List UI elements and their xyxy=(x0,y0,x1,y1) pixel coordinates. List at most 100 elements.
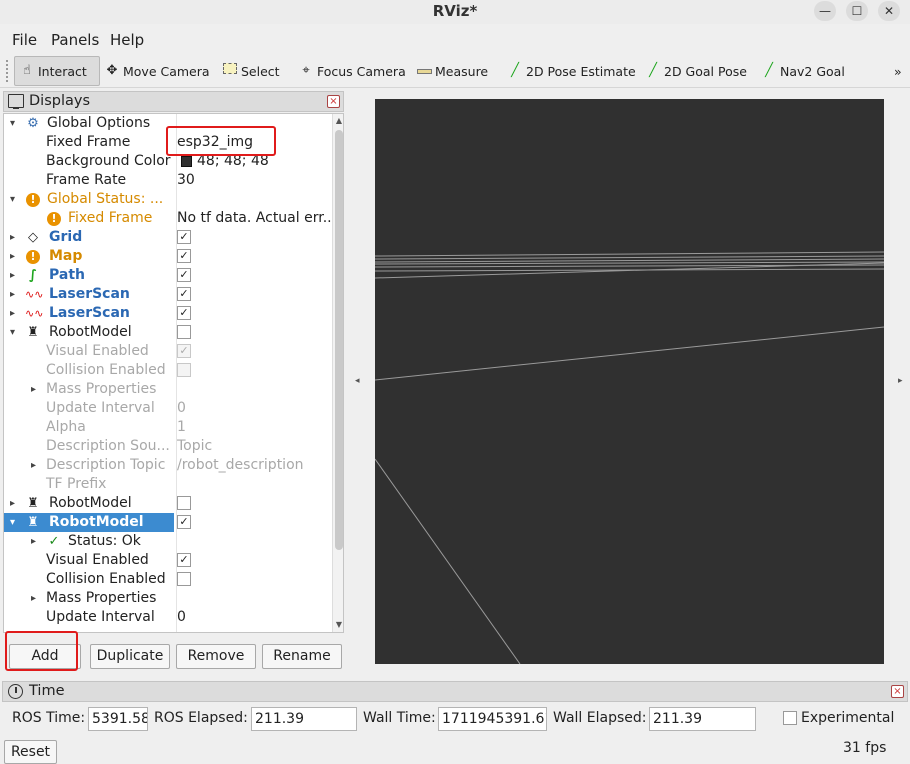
enabled-checkbox[interactable]: ✓ xyxy=(177,287,191,301)
measure-tool[interactable]: Measure xyxy=(412,56,492,86)
tree-scrollbar[interactable]: ▲ ▼ xyxy=(332,114,343,632)
interact-tool[interactable]: ☝ Interact xyxy=(14,56,100,86)
expanded-arrow-icon[interactable]: ▾ xyxy=(10,513,22,532)
collapse-left-icon[interactable]: ◂ xyxy=(355,376,360,386)
tree-row-laserscan[interactable]: ▸ ∿∿ LaserScan ✓ xyxy=(4,285,330,304)
minimize-icon[interactable]: — xyxy=(814,1,836,21)
nav2-goal-tool[interactable]: ╱ Nav2 Goal xyxy=(757,56,849,86)
scroll-down-icon[interactable]: ▼ xyxy=(333,618,343,632)
tree-row-grid[interactable]: ▸ ◇ Grid ✓ xyxy=(4,228,330,247)
menu-panels[interactable]: Panels xyxy=(51,31,99,49)
tree-row-description-source[interactable]: Description Sou... Topic xyxy=(4,437,330,456)
remove-button[interactable]: Remove xyxy=(176,644,256,669)
close-panel-icon[interactable]: × xyxy=(327,95,340,108)
displays-panel-header: Displays × xyxy=(3,91,344,112)
tree-row-status-ok[interactable]: ▸ ✓ Status: Ok xyxy=(4,532,330,551)
description-topic-value[interactable]: /robot_description xyxy=(177,456,332,475)
collision-enabled-checkbox[interactable] xyxy=(177,363,191,377)
enabled-checkbox[interactable]: ✓ xyxy=(177,515,191,529)
tree-row-tf-prefix[interactable]: TF Prefix xyxy=(4,475,330,494)
scrollbar-thumb[interactable] xyxy=(335,130,343,550)
tree-row-description-topic[interactable]: ▸ Description Topic /robot_description xyxy=(4,456,330,475)
toolbar-grip-icon[interactable] xyxy=(6,60,10,82)
tree-row-fixed-frame-status[interactable]: ! Fixed Frame No tf data. Actual err... xyxy=(4,209,332,228)
tree-row-alpha[interactable]: Alpha 1 xyxy=(4,418,330,437)
tree-row-map[interactable]: ▸ ! Map ✓ xyxy=(4,247,330,266)
select-tool[interactable]: Select xyxy=(218,56,284,86)
enabled-checkbox[interactable]: ✓ xyxy=(177,249,191,263)
collapsed-arrow-icon[interactable]: ▸ xyxy=(31,589,43,608)
tree-row-collision-enabled[interactable]: Collision Enabled xyxy=(4,570,330,589)
collapsed-arrow-icon[interactable]: ▸ xyxy=(10,247,22,266)
row-label: RobotModel xyxy=(49,495,132,511)
expanded-arrow-icon[interactable]: ▾ xyxy=(10,114,22,133)
ros-elapsed-field[interactable]: 211.39 xyxy=(251,707,357,731)
color-swatch-icon xyxy=(181,156,192,167)
visual-enabled-checkbox[interactable]: ✓ xyxy=(177,553,191,567)
tree-row-path[interactable]: ▸ ∫ Path ✓ xyxy=(4,266,330,285)
tree-row-mass-properties[interactable]: ▸ Mass Properties xyxy=(4,380,330,399)
tree-row-update-interval[interactable]: Update Interval 0 xyxy=(4,399,330,418)
menu-help[interactable]: Help xyxy=(110,31,144,49)
reset-button[interactable]: Reset xyxy=(4,740,57,764)
collapsed-arrow-icon[interactable]: ▸ xyxy=(31,532,43,551)
status-message: No tf data. Actual err... xyxy=(177,210,332,226)
select-label: Select xyxy=(241,63,280,79)
expanded-arrow-icon[interactable]: ▾ xyxy=(10,323,22,342)
gear-icon: ⚙ xyxy=(27,116,39,131)
tree-row-frame-rate[interactable]: Frame Rate 30 xyxy=(4,171,330,190)
close-icon[interactable]: ✕ xyxy=(878,1,900,21)
experimental-checkbox[interactable] xyxy=(783,711,797,725)
update-interval-value[interactable]: 0 xyxy=(177,399,332,418)
goal-pose-tool[interactable]: ╱ 2D Goal Pose xyxy=(641,56,751,86)
collapsed-arrow-icon[interactable]: ▸ xyxy=(31,380,43,399)
enabled-checkbox[interactable] xyxy=(177,325,191,339)
tree-row-visual-enabled[interactable]: Visual Enabled ✓ xyxy=(4,342,330,361)
collapsed-arrow-icon[interactable]: ▸ xyxy=(31,456,43,475)
collision-enabled-checkbox[interactable] xyxy=(177,572,191,586)
move-camera-tool[interactable]: ✥ Move Camera xyxy=(100,56,214,86)
tree-row-mass-properties[interactable]: ▸ Mass Properties xyxy=(4,589,330,608)
tree-row-robotmodel[interactable]: ▾ ♜ RobotModel xyxy=(4,323,330,342)
tree-row-global-status[interactable]: ▾ ! Global Status: ... xyxy=(4,190,330,209)
collapsed-arrow-icon[interactable]: ▸ xyxy=(10,228,22,247)
ros-time-field[interactable]: 5391.58 xyxy=(88,707,148,731)
rename-button[interactable]: Rename xyxy=(262,644,342,669)
render-view[interactable] xyxy=(375,99,884,664)
pose-estimate-tool[interactable]: ╱ 2D Pose Estimate xyxy=(503,56,640,86)
tree-row-update-interval[interactable]: Update Interval 0 xyxy=(4,608,330,627)
enabled-checkbox[interactable]: ✓ xyxy=(177,268,191,282)
scroll-up-icon[interactable]: ▲ xyxy=(333,114,343,128)
maximize-icon[interactable]: ☐ xyxy=(846,1,868,21)
collapse-right-icon[interactable]: ▸ xyxy=(898,376,903,386)
focus-camera-tool[interactable]: ⌖ Focus Camera xyxy=(294,56,410,86)
enabled-checkbox[interactable]: ✓ xyxy=(177,306,191,320)
grid-line xyxy=(375,458,521,664)
toolbar-overflow-button[interactable]: » xyxy=(890,56,906,86)
close-panel-icon[interactable]: × xyxy=(891,685,904,698)
visual-enabled-checkbox[interactable]: ✓ xyxy=(177,344,191,358)
update-interval-value[interactable]: 0 xyxy=(177,608,332,627)
tree-row-robotmodel-selected[interactable]: ▾ ♜ RobotModel xyxy=(4,513,174,532)
displays-tree[interactable]: ▾ ⚙ Global Options Fixed Frame esp32_img… xyxy=(3,113,344,633)
frame-rate-value[interactable]: 30 xyxy=(177,171,332,190)
collapsed-arrow-icon[interactable]: ▸ xyxy=(10,266,22,285)
collapsed-arrow-icon[interactable]: ▸ xyxy=(10,285,22,304)
tree-row-laserscan[interactable]: ▸ ∿∿ LaserScan ✓ xyxy=(4,304,330,323)
tree-row-visual-enabled[interactable]: Visual Enabled ✓ xyxy=(4,551,330,570)
collapsed-arrow-icon[interactable]: ▸ xyxy=(10,304,22,323)
enabled-checkbox[interactable]: ✓ xyxy=(177,230,191,244)
description-source-value[interactable]: Topic xyxy=(177,437,332,456)
wall-time-field[interactable]: 1711945391.61 xyxy=(438,707,547,731)
tree-row-robotmodel[interactable]: ▸ ♜ RobotModel xyxy=(4,494,330,513)
wall-elapsed-field[interactable]: 211.39 xyxy=(649,707,756,731)
pose-estimate-label: 2D Pose Estimate xyxy=(526,63,636,79)
alpha-value[interactable]: 1 xyxy=(177,418,332,437)
collapsed-arrow-icon[interactable]: ▸ xyxy=(10,494,22,513)
tree-row-collision-enabled[interactable]: Collision Enabled xyxy=(4,361,330,380)
duplicate-button[interactable]: Duplicate xyxy=(90,644,170,669)
expanded-arrow-icon[interactable]: ▾ xyxy=(10,190,22,209)
enabled-checkbox[interactable] xyxy=(177,496,191,510)
menu-file[interactable]: File xyxy=(12,31,37,49)
row-label: LaserScan xyxy=(49,305,130,321)
